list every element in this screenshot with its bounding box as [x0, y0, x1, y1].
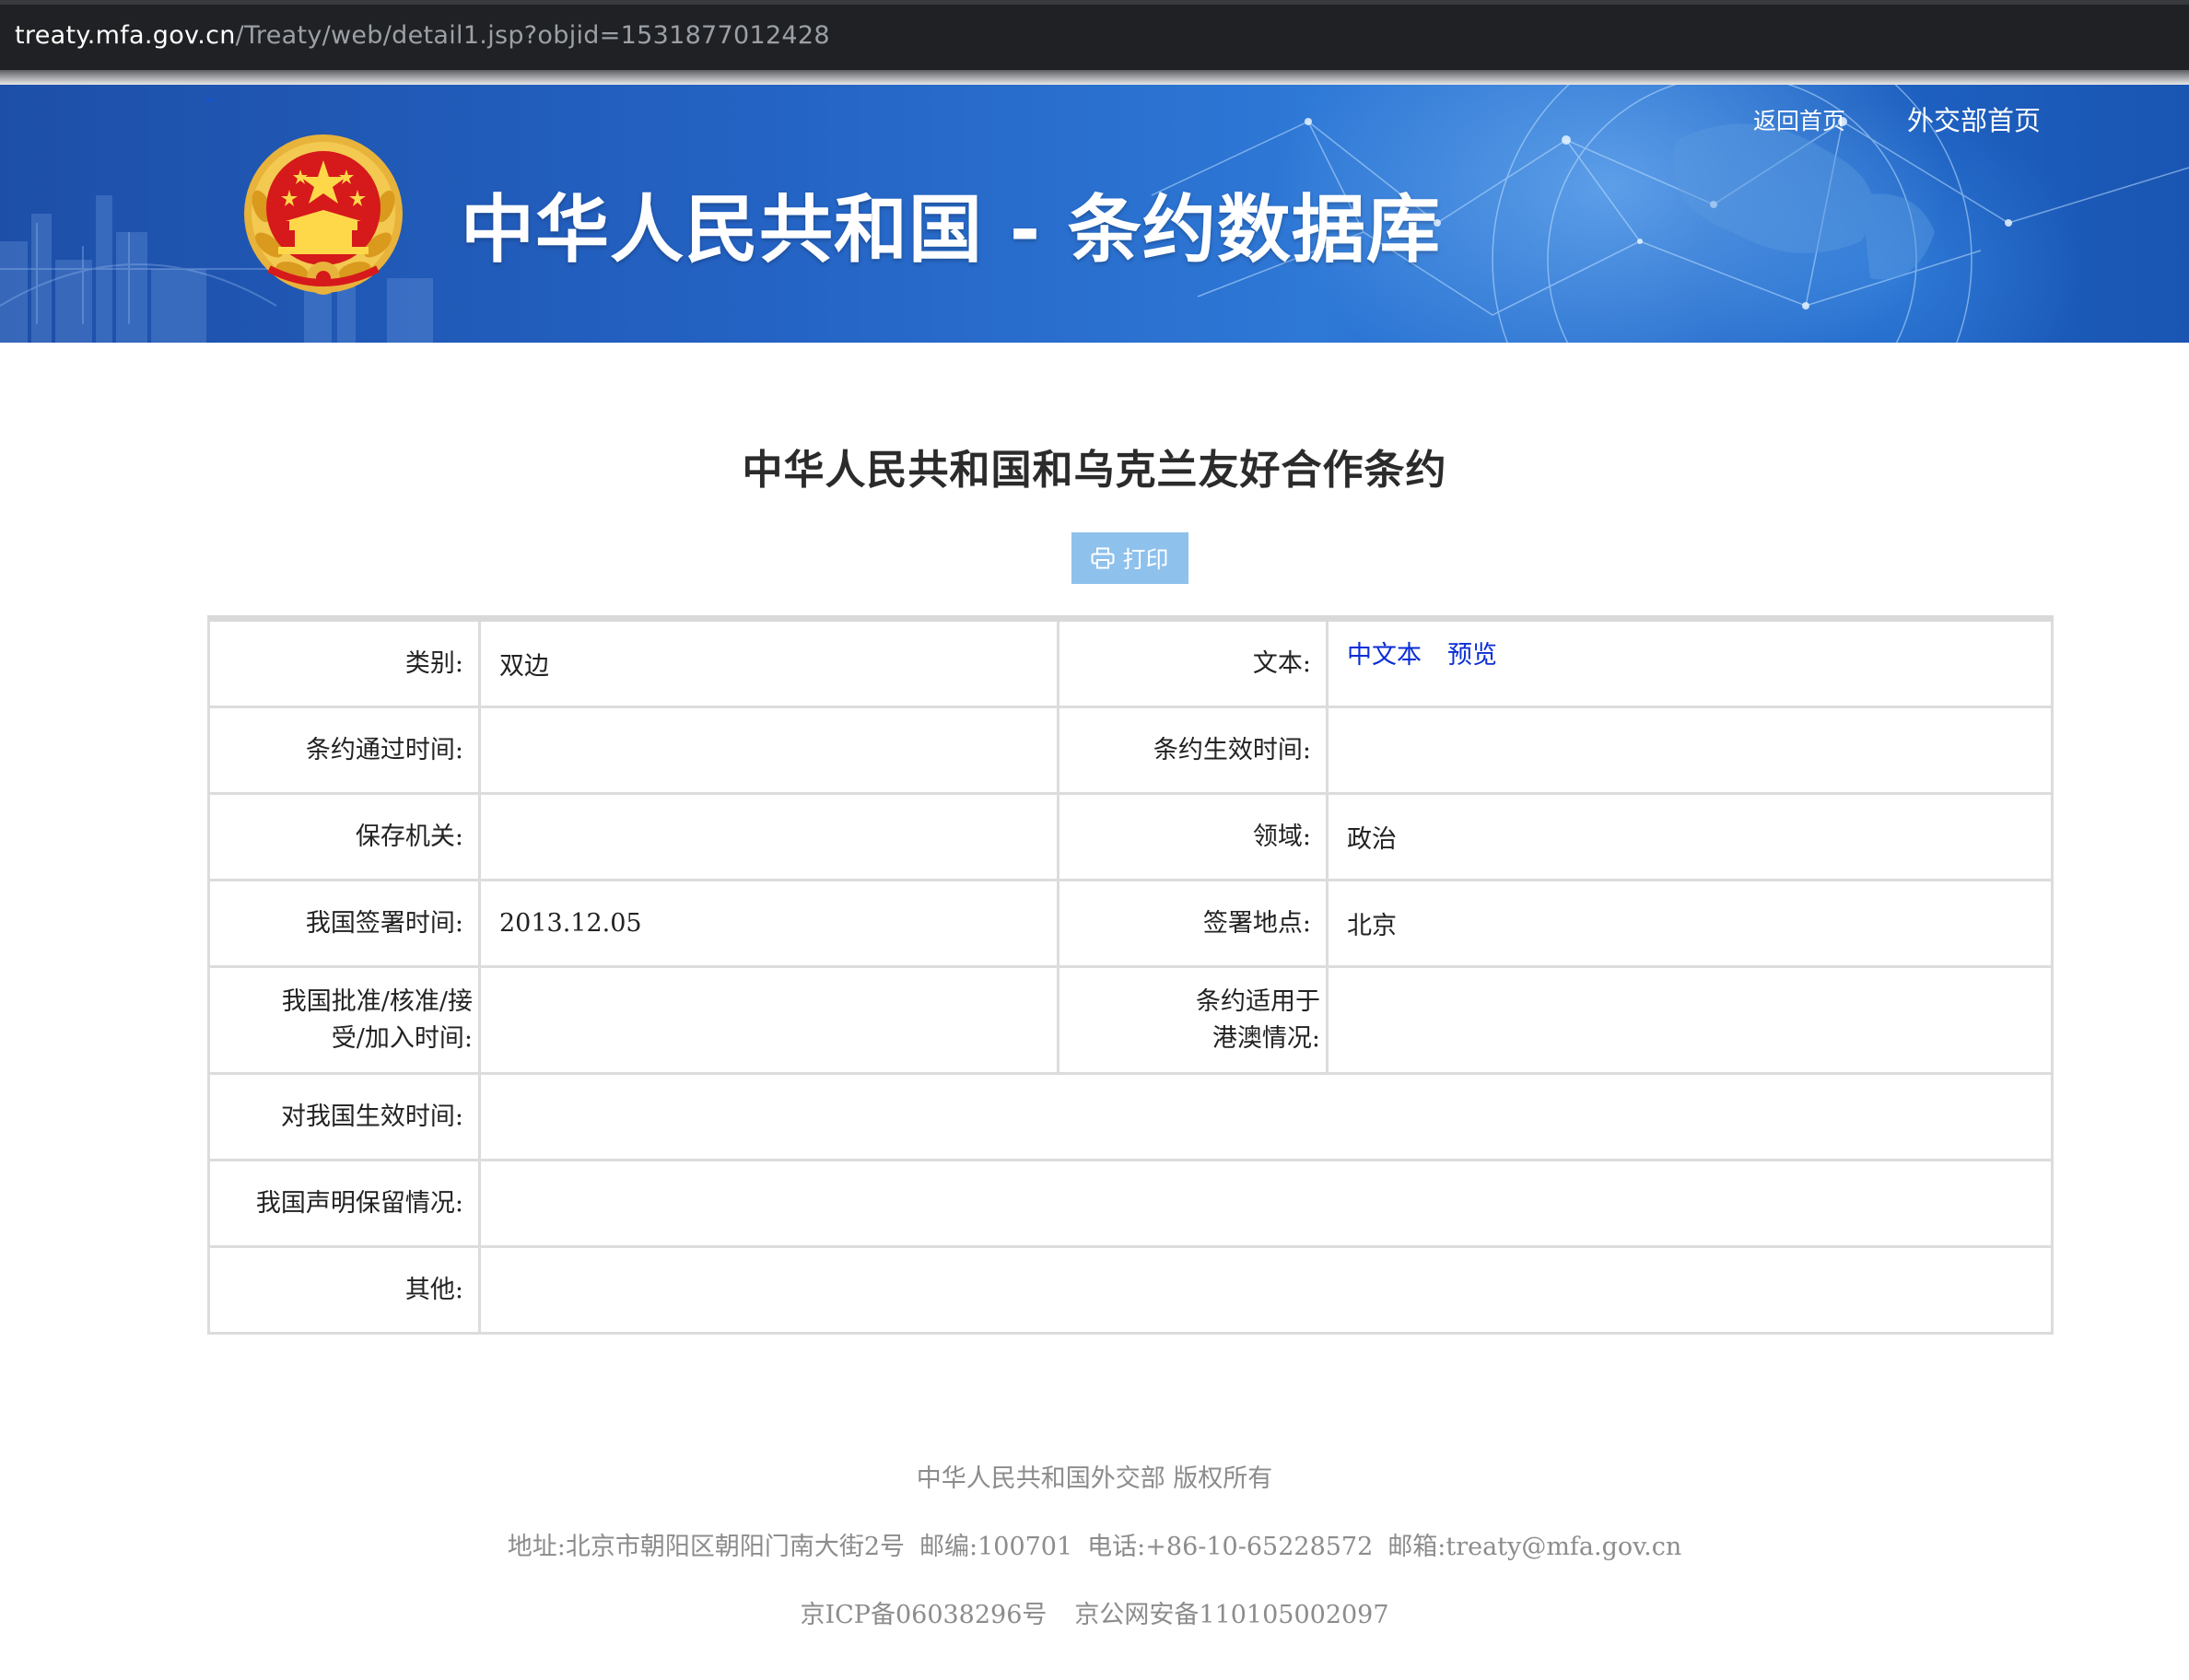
text-links: 中文本 预览	[1329, 622, 2051, 708]
toolbar-shadow	[0, 70, 2189, 85]
footer-police-record[interactable]: 京公网安备110105002097	[1074, 1601, 1388, 1629]
signed-place-value: 北京	[1329, 881, 2051, 968]
signed-place-label: 签署地点:	[1059, 881, 1329, 968]
footer-phone: 电话:+86-10-65228572	[1087, 1533, 1374, 1561]
footer-copyright: 中华人民共和国外交部 版权所有	[916, 1464, 1273, 1493]
treaty-info-table: 类别: 双边 文本: 中文本 预览 条约通过时间: 条约生效时间: 保存机关: …	[207, 615, 2054, 1335]
footer-registration: 京ICP备06038296号 京公网安备110105002097	[0, 1594, 2189, 1630]
depositary-label: 保存机关:	[210, 795, 481, 881]
printer-icon	[1091, 547, 1115, 569]
text-label: 文本:	[1059, 622, 1329, 708]
footer-postcode: 邮编:100701	[919, 1533, 1073, 1561]
preview-link[interactable]: 预览	[1447, 635, 1497, 671]
footer-email: 邮箱:treaty@mfa.gov.cn	[1387, 1533, 1682, 1561]
print-button[interactable]: 打印	[1071, 532, 1188, 584]
ratified-time-value	[481, 968, 1059, 1075]
browser-address-bar[interactable]: treaty.mfa.gov.cn/Treaty/web/detail1.jsp…	[0, 0, 2189, 70]
url-path: /Treaty/web/detail1.jsp?objid=1531877012…	[235, 21, 830, 50]
china-effective-label: 对我国生效时间:	[210, 1075, 481, 1161]
other-label: 其他:	[210, 1248, 481, 1332]
signed-date-label: 我国签署时间:	[210, 881, 481, 968]
signed-date-value: 2013.12.05	[481, 881, 1059, 968]
effective-time-value	[1329, 708, 2051, 795]
field-value: 政治	[1329, 795, 2051, 881]
ratified-time-label: 我国批准/核准/接受/加入时间:	[210, 968, 481, 1075]
hk-macao-label: 条约适用于港澳情况:	[1059, 968, 1329, 1075]
category-value: 双边	[481, 622, 1059, 708]
adopted-time-value	[481, 708, 1059, 795]
other-value	[481, 1248, 2051, 1332]
adopted-time-label: 条约通过时间:	[210, 708, 481, 795]
hk-macao-value	[1329, 968, 2051, 1075]
print-label: 打印	[1122, 546, 1169, 573]
footer-address: 地址:北京市朝阳区朝阳门南大街2号	[507, 1533, 905, 1561]
effective-time-label: 条约生效时间:	[1059, 708, 1329, 795]
mfa-home-link[interactable]: 外交部首页	[1907, 99, 2041, 138]
url-text[interactable]: treaty.mfa.gov.cn/Treaty/web/detail1.jsp…	[15, 21, 830, 50]
chinese-text-link[interactable]: 中文本	[1347, 635, 1422, 671]
reservation-label: 我国声明保留情况:	[210, 1161, 481, 1248]
national-emblem-icon	[244, 134, 403, 295]
china-effective-value	[481, 1075, 2051, 1161]
banner-skip-link[interactable]	[206, 99, 214, 101]
depositary-value	[481, 795, 1059, 881]
url-host: treaty.mfa.gov.cn	[15, 21, 236, 50]
footer-icp[interactable]: 京ICP备06038296号	[800, 1601, 1047, 1629]
treaty-title: 中华人民共和国和乌克兰友好合作条约	[742, 447, 1447, 494]
field-label: 领域:	[1059, 795, 1329, 881]
reservation-value	[481, 1161, 2051, 1248]
home-link[interactable]: 返回首页	[1753, 103, 1845, 136]
site-title: 中华人民共和国 - 条约数据库	[461, 187, 1441, 273]
footer-contact: 地址:北京市朝阳区朝阳门南大街2号 邮编:100701 电话:+86-10-6522…	[0, 1526, 2189, 1562]
category-label: 类别:	[210, 622, 481, 708]
site-banner: 中华人民共和国 - 条约数据库 返回首页 外交部首页	[0, 85, 2189, 343]
